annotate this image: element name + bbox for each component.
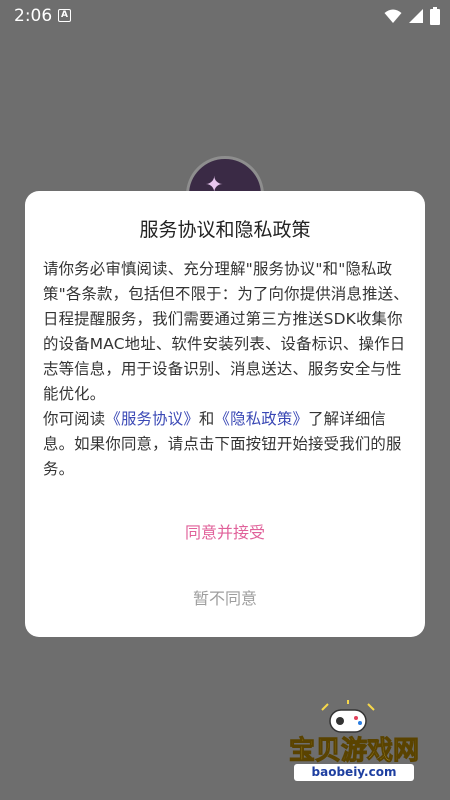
links-prefix: 你可阅读	[43, 410, 106, 428]
system-icons	[384, 7, 440, 25]
watermark-title: 宝贝游戏网	[288, 736, 419, 767]
status-time: 2:06	[14, 6, 53, 26]
dialog-title: 服务协议和隐私政策	[139, 219, 311, 241]
watermark: 宝贝游戏网 baobeiy.com	[268, 700, 440, 790]
agree-button[interactable]: 同意并接受	[25, 519, 425, 543]
dialog-body: 请你务必审慎阅读、充分理解"服务协议"和"隐私政策"各条款，包括但不限于：为了向…	[43, 257, 413, 482]
links-and: 和	[198, 410, 215, 428]
disagree-button[interactable]: 暂不同意	[25, 585, 425, 609]
privacy-policy-link[interactable]: 《隐私政策》	[215, 410, 309, 428]
privacy-dialog: 服务协议和隐私政策 请你务必审慎阅读、充分理解"服务协议"和"隐私政策"各条款，…	[25, 191, 425, 637]
battery-icon	[430, 7, 440, 25]
status-bar: 2:06 A	[0, 0, 450, 32]
notification-badge-icon: A	[58, 9, 71, 22]
dialog-paragraph: 请你务必审慎阅读、充分理解"服务协议"和"隐私政策"各条款，包括但不限于：为了向…	[43, 260, 409, 403]
wifi-icon	[384, 9, 402, 23]
service-agreement-link[interactable]: 《服务协议》	[105, 410, 199, 428]
dialog-paragraph-links: 你可阅读《服务协议》和《隐私政策》了解详细信息。如果你同意，请点击下面按钮开始接…	[43, 407, 413, 482]
signal-icon	[409, 9, 423, 23]
watermark-url: baobeiy.com	[294, 764, 414, 781]
